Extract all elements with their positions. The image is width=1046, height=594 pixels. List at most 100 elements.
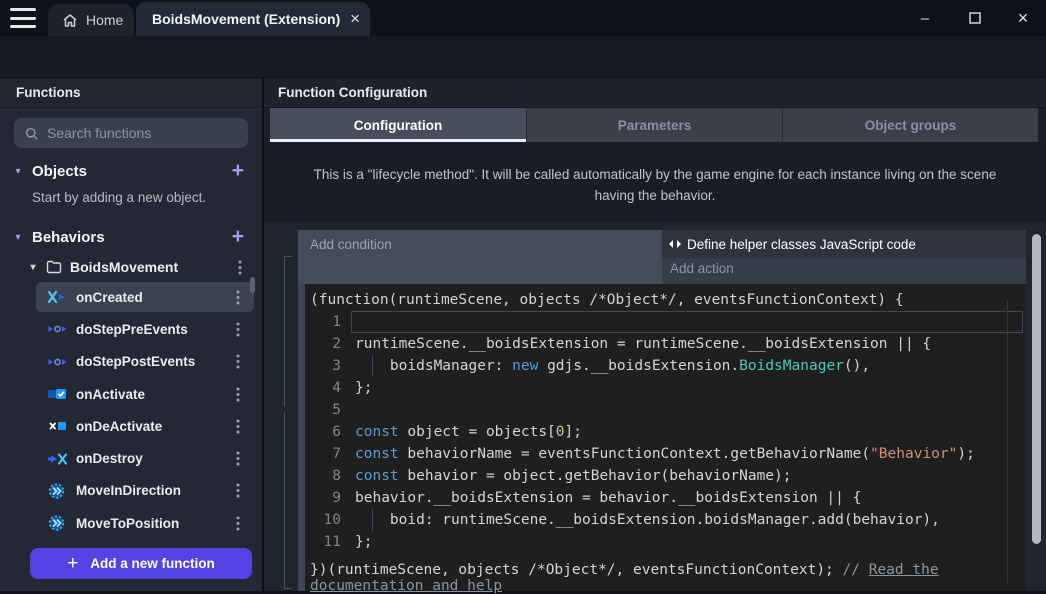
kebab-menu-icon[interactable] <box>236 322 240 337</box>
events-sheet: Add condition Define helper classes Java… <box>264 222 1046 591</box>
objects-label: Objects <box>32 163 87 180</box>
code-line-8[interactable]: 8 const behavior = object.getBehavior(beh… <box>305 465 1026 487</box>
kebab-menu-icon[interactable] <box>236 354 240 369</box>
tab-configuration[interactable]: Configuration <box>270 108 526 142</box>
tab-home-label: Home <box>86 12 123 28</box>
code-text: const behavior = object.getBehavior(beha… <box>355 465 792 487</box>
chevron-down-icon[interactable]: ▾ <box>10 166 26 177</box>
sidebar-item-onactivate[interactable]: onActivate <box>0 378 262 410</box>
function-icon <box>48 515 68 531</box>
sidebar-item-moveindirection[interactable]: MoveInDirection <box>0 475 262 507</box>
sidebar-item-dosteppreevents[interactable]: doStepPreEvents <box>0 313 262 345</box>
function-label: onDestroy <box>76 451 143 466</box>
tab-active-label: BoidsMovement (Extension) <box>152 11 340 27</box>
footer-code: })(runtimeScene, objects /*Object*/, eve… <box>310 562 843 578</box>
line-number: 9 <box>305 487 341 509</box>
behavior-function-list: onCreateddoStepPreEventsdoStepPostEvents… <box>0 281 262 539</box>
chevron-down-icon[interactable]: ▾ <box>10 232 26 243</box>
code-text: boid: runtimeScene.__boidsExtension.boid… <box>355 509 940 531</box>
tab-object-groups[interactable]: Object groups <box>782 108 1038 142</box>
sidebar-item-movetoposition[interactable]: MoveToPosition <box>0 507 262 539</box>
event-extent-marker <box>284 412 292 589</box>
add-new-function-button[interactable]: + Add a new function <box>30 548 252 579</box>
javascript-code-editor[interactable]: (function(runtimeScene, objects /*Object… <box>305 284 1026 591</box>
tab-boidsmovement-extension[interactable]: BoidsMovement (Extension) × <box>136 2 370 36</box>
kebab-menu-icon[interactable] <box>236 387 240 402</box>
kebab-menu-icon[interactable] <box>236 483 240 498</box>
kebab-menu-icon[interactable] <box>236 290 240 305</box>
tab-close-icon[interactable]: × <box>350 9 360 29</box>
code-line-4[interactable]: 4}; <box>305 377 1026 399</box>
code-lines: 12runtimeScene.__boidsExtension = runtim… <box>305 311 1026 553</box>
behaviors-label: Behaviors <box>32 229 105 246</box>
dostep-icon <box>48 357 68 367</box>
code-wrapper-header: (function(runtimeScene, objects /*Object… <box>305 289 1026 311</box>
tab-home[interactable]: Home <box>48 4 134 36</box>
function-label: MoveInDirection <box>76 483 181 498</box>
code-line-2[interactable]: 2runtimeScene.__boidsExtension = runtime… <box>305 333 1026 355</box>
line-number: 7 <box>305 443 341 465</box>
function-label: onActivate <box>76 387 145 402</box>
code-text: const behaviorName = eventsFunctionConte… <box>355 443 975 465</box>
sidebar-title: Functions <box>0 78 262 108</box>
code-text: }; <box>355 377 372 399</box>
kebab-menu-icon[interactable] <box>236 451 240 466</box>
main-menu-icon[interactable] <box>10 8 36 28</box>
folder-label: BoidsMovement <box>70 259 178 275</box>
window-close-button[interactable]: × <box>1008 6 1038 30</box>
code-line-10[interactable]: 10 boid: runtimeScene.__boidsExtension.b… <box>305 509 1026 531</box>
line-number: 5 <box>305 399 341 421</box>
add-action-button[interactable]: Add action <box>662 258 1026 284</box>
line-number: 11 <box>305 531 341 553</box>
editor-overview-ruler <box>1007 300 1008 583</box>
code-line-1[interactable]: 1 <box>305 311 1026 333</box>
line-number: 8 <box>305 465 341 487</box>
js-code-icon <box>668 239 682 249</box>
kebab-menu-icon[interactable] <box>236 419 240 434</box>
code-line-6[interactable]: 6const object = objects[0]; <box>305 421 1026 443</box>
add-behavior-button[interactable]: + <box>232 227 244 247</box>
search-functions-input[interactable] <box>47 125 238 141</box>
lifecycle-description: This is a "lifecycle method". It will be… <box>264 142 1046 222</box>
sidebar-scrollbar[interactable] <box>250 277 255 293</box>
title-bar: Home BoidsMovement (Extension) × – × <box>0 0 1046 36</box>
ondestroy-icon <box>48 453 68 465</box>
toolbar: Preview Share <box>0 36 1046 78</box>
kebab-menu-icon[interactable] <box>238 260 242 275</box>
onactivate-icon <box>48 388 68 400</box>
current-line-highlight <box>351 311 1023 333</box>
tab-parameters[interactable]: Parameters <box>526 108 782 142</box>
behaviors-section-header: ▾ Behaviors + <box>0 225 262 249</box>
code-line-5[interactable]: 5 <box>305 399 1026 421</box>
add-object-button[interactable]: + <box>232 161 244 181</box>
objects-section-header: ▾ Objects + <box>0 159 262 183</box>
objects-empty-hint: Start by adding a new object. <box>32 190 206 205</box>
code-line-3[interactable]: 3 boidsManager: new gdjs.__boidsExtensio… <box>305 355 1026 377</box>
events-scrollbar[interactable] <box>1032 234 1041 544</box>
chevron-down-icon[interactable]: ▾ <box>26 262 40 273</box>
plus-icon: + <box>67 553 78 575</box>
indent-guide <box>372 355 373 377</box>
ondeactivate-icon <box>48 420 68 432</box>
code-text: behavior.__boidsExtension = behavior.__b… <box>355 487 861 509</box>
kebab-menu-icon[interactable] <box>236 516 240 531</box>
code-line-7[interactable]: 7 const behaviorName = eventsFunctionCont… <box>305 443 1026 465</box>
behavior-folder-boidsmovement[interactable]: ▾ BoidsMovement <box>0 253 262 281</box>
function-label: MoveToPosition <box>76 516 179 531</box>
window-maximize-button[interactable] <box>960 6 990 30</box>
selected-item-highlight <box>36 282 254 312</box>
add-condition-button[interactable]: Add condition <box>298 230 662 284</box>
js-event-title[interactable]: Define helper classes JavaScript code <box>662 230 1026 258</box>
sidebar-item-ondestroy[interactable]: onDestroy <box>0 442 262 474</box>
line-number: 6 <box>305 421 341 443</box>
sidebar-item-dosteppostevents[interactable]: doStepPostEvents <box>0 346 262 378</box>
code-wrapper-footer: })(runtimeScene, objects /*Object*/, eve… <box>305 562 965 594</box>
function-icon <box>48 483 68 499</box>
window-minimize-button[interactable]: – <box>910 6 940 30</box>
code-line-11[interactable]: 11}; <box>305 531 1026 553</box>
code-line-9[interactable]: 9 behavior.__boidsExtension = behavior.__… <box>305 487 1026 509</box>
sidebar-item-oncreated[interactable]: onCreated <box>0 281 262 313</box>
search-functions-box[interactable] <box>14 118 248 148</box>
code-text: }; <box>355 531 372 553</box>
sidebar-item-ondeactivate[interactable]: onDeActivate <box>0 410 262 442</box>
